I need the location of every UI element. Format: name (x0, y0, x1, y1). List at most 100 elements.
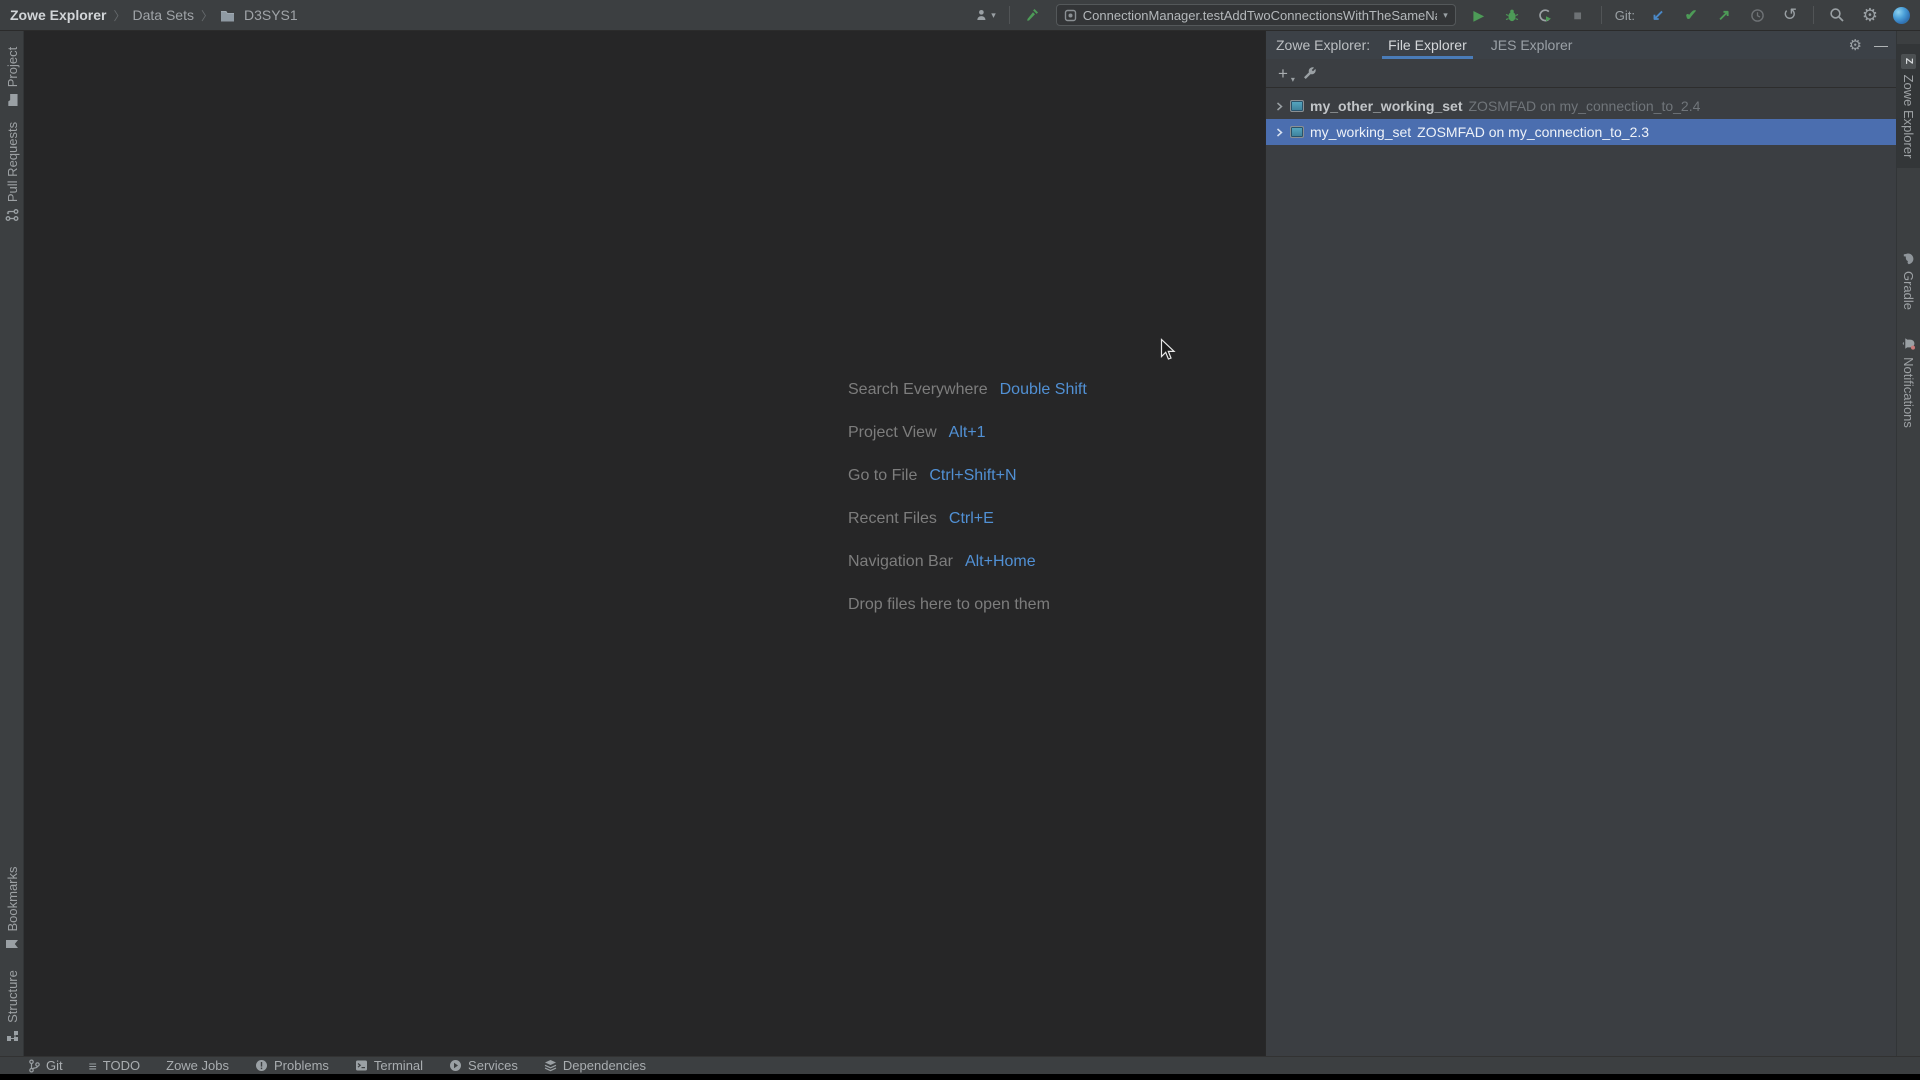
sidebar-item-notifications[interactable]: Notifications (1897, 327, 1920, 437)
drop-files-hint: Drop files here to open them (848, 596, 1050, 613)
chevron-right-icon[interactable] (1275, 127, 1284, 137)
history-clock-icon (1747, 5, 1767, 25)
panel-toolbar: + ▾ (1266, 59, 1896, 88)
caret-down-icon: ▾ (1443, 9, 1448, 20)
hint-shortcut: Ctrl+E (948, 510, 994, 527)
stripe-label: Pull Requests (4, 121, 20, 203)
statusbar-item-dependencies[interactable]: Dependencies (544, 1058, 646, 1073)
breadcrumb-item-d3sys1[interactable]: D3SYS1 (244, 7, 298, 23)
git-group-label: Git: (1614, 7, 1635, 23)
panel-settings-gear-icon[interactable]: ⚙ (1849, 36, 1862, 54)
gradle-elephant-icon (1903, 253, 1914, 265)
caret-down-icon: ▾ (1290, 74, 1295, 84)
caret-down-icon: ▾ (991, 9, 996, 20)
folder-icon (220, 9, 235, 22)
build-hammer-icon[interactable] (1023, 5, 1043, 25)
git-branch-icon (29, 1058, 40, 1073)
run-button[interactable]: ▶ (1469, 5, 1489, 25)
sidebar-item-bookmarks[interactable]: Bookmarks (0, 860, 24, 956)
working-set-icon (1290, 126, 1304, 138)
bell-icon (1903, 338, 1916, 350)
todo-list-icon: ≡ (88, 1057, 97, 1074)
statusbar-item-zowe-jobs[interactable]: Zowe Jobs (166, 1058, 229, 1073)
status-bar: Git ≡ TODO Zowe Jobs Problems Terminal S… (0, 1056, 1920, 1074)
run-configuration-name: ConnectionManager.testAddTwoConnectionsW… (1082, 7, 1438, 23)
top-toolbar: Zowe Explorer 〉 Data Sets 〉 D3SYS1 ▾ Con… (0, 0, 1920, 31)
stripe-label: Structure (4, 970, 20, 1023)
statusbar-label: Git (46, 1058, 63, 1073)
tree-row-my-other-working-set[interactable]: my_other_working_set ZOSMFAD on my_conne… (1266, 93, 1896, 119)
services-icon (450, 1060, 462, 1071)
stripe-label: Bookmarks (4, 866, 20, 932)
hint-shortcut: Double Shift (999, 381, 1087, 398)
breadcrumb-separator: 〉 (113, 8, 126, 23)
statusbar-label: TODO (102, 1058, 141, 1073)
statusbar-label: Dependencies (562, 1058, 647, 1073)
edit-wrench-icon[interactable] (1302, 66, 1317, 81)
git-commit-check-icon[interactable]: ✔ (1681, 5, 1701, 25)
terminal-icon (355, 1060, 367, 1071)
panel-title[interactable]: Zowe Explorer: (1276, 37, 1370, 53)
search-icon[interactable] (1827, 5, 1847, 25)
statusbar-item-git[interactable]: Git (28, 1058, 63, 1073)
working-sets-tree: my_other_working_set ZOSMFAD on my_conne… (1266, 88, 1896, 145)
statusbar-label: Zowe Jobs (166, 1058, 229, 1073)
working-set-detail: ZOSMFAD on my_connection_to_2.3 (1417, 124, 1650, 140)
dependencies-layers-icon (544, 1060, 557, 1072)
statusbar-label: Problems (274, 1058, 329, 1073)
statusbar-item-services[interactable]: Services (449, 1058, 518, 1073)
working-set-icon (1290, 100, 1304, 112)
git-update-icon[interactable]: ↙ (1648, 5, 1668, 25)
sidebar-item-structure[interactable]: Structure (0, 960, 24, 1052)
breadcrumb-item-data-sets[interactable]: Data Sets (132, 7, 193, 23)
right-tool-stripe: Z Zowe Explorer Gradle Notifications (1896, 31, 1920, 1056)
sidebar-item-project[interactable]: Project (0, 41, 24, 113)
run-with-coverage-button[interactable] (1535, 5, 1555, 25)
tab-file-explorer[interactable]: File Explorer (1382, 31, 1473, 59)
stripe-label: Project (4, 46, 20, 88)
toolbar-divider (1813, 6, 1814, 24)
statusbar-item-todo[interactable]: ≡ TODO (89, 1058, 141, 1073)
run-configuration-select[interactable]: ConnectionManager.testAddTwoConnectionsW… (1055, 4, 1456, 26)
panel-hide-icon[interactable]: — (1874, 37, 1888, 53)
stop-button: ■ (1573, 7, 1582, 23)
zowe-explorer-panel: Zowe Explorer: File Explorer JES Explore… (1265, 31, 1896, 1056)
person-icon (977, 9, 986, 20)
rollback-icon[interactable]: ↺ (1780, 5, 1800, 25)
statusbar-label: Terminal (373, 1058, 424, 1073)
add-button[interactable]: + ▾ (1278, 63, 1295, 84)
git-push-icon[interactable]: ↗ (1714, 5, 1734, 25)
editor-empty-area: Search Everywhere Double Shift Project V… (24, 31, 1265, 1056)
tab-jes-explorer[interactable]: JES Explorer (1491, 31, 1573, 59)
stripe-label: Zowe Explorer (1901, 74, 1917, 159)
statusbar-item-terminal[interactable]: Terminal (355, 1058, 423, 1073)
plus-icon: + (1278, 63, 1288, 83)
problems-icon (256, 1060, 267, 1071)
pull-request-icon (5, 209, 19, 222)
hint-label: Navigation Bar (848, 553, 953, 570)
toolbar-divider (1008, 6, 1010, 24)
breadcrumb-item-zowe-explorer[interactable]: Zowe Explorer (10, 7, 106, 23)
breadcrumb: Zowe Explorer 〉 Data Sets 〉 D3SYS1 (10, 7, 298, 24)
working-set-name: my_working_set (1310, 124, 1412, 140)
debug-button[interactable] (1502, 5, 1522, 25)
keyboard-hints: Search Everywhere Double Shift Project V… (848, 381, 1087, 614)
settings-gear-icon[interactable]: ⚙ (1860, 5, 1880, 25)
hint-label: Go to File (848, 467, 918, 484)
statusbar-item-problems[interactable]: Problems (255, 1058, 329, 1073)
toolbar-divider (1600, 6, 1602, 24)
chevron-right-icon[interactable] (1275, 101, 1284, 111)
profile-button[interactable]: ▾ (976, 5, 996, 25)
sidebar-item-gradle[interactable]: Gradle (1897, 245, 1920, 315)
working-set-detail: ZOSMFAD on my_connection_to_2.4 (1468, 98, 1701, 114)
sidebar-item-pull-requests[interactable]: Pull Requests (0, 116, 24, 228)
ide-globe-icon[interactable] (1893, 6, 1910, 24)
bookmark-icon (6, 939, 18, 948)
hint-label: Recent Files (848, 510, 937, 527)
breadcrumb-separator: 〉 (200, 8, 213, 23)
hint-shortcut: Alt+1 (948, 424, 986, 441)
tree-row-my-working-set[interactable]: my_working_set ZOSMFAD on my_connection_… (1266, 119, 1896, 145)
statusbar-label: Services (468, 1058, 518, 1073)
sidebar-item-zowe-explorer[interactable]: Z Zowe Explorer (1897, 44, 1920, 168)
zowe-logo-icon: Z (1901, 53, 1917, 69)
